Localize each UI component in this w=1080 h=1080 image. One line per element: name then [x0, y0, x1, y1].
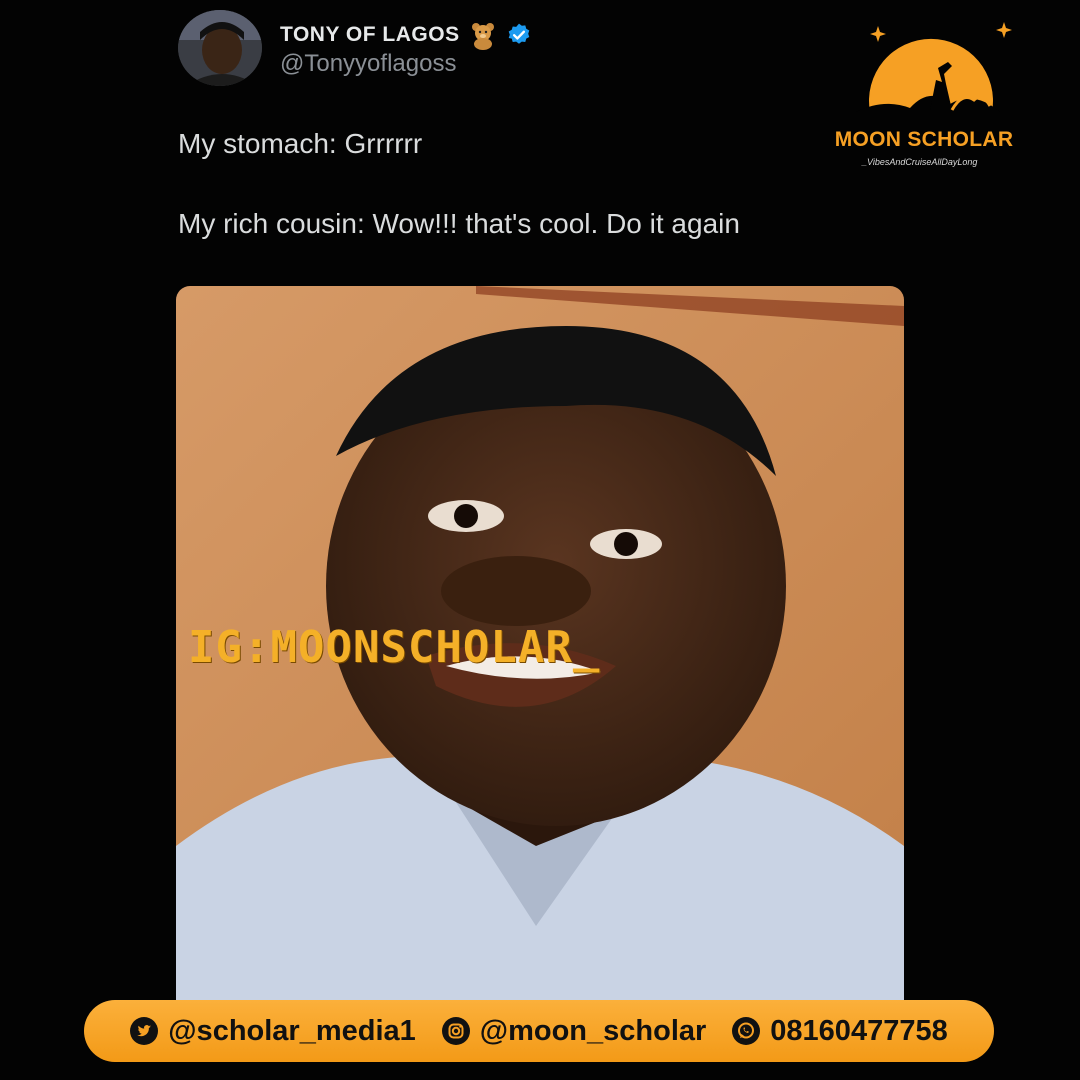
watermark-text: IG:MOONSCHOLAR_ [188, 622, 601, 673]
twitter-handle: @scholar_media1 [168, 1014, 416, 1047]
twitter-link[interactable]: @scholar_media1 [130, 1015, 416, 1048]
display-name[interactable]: TONY OF LAGOS [280, 20, 532, 50]
whatsapp-number: 08160477758 [770, 1014, 948, 1047]
instagram-handle: @moon_scholar [479, 1014, 707, 1047]
tweet-text-line-1: My stomach: Grrrrrr [178, 128, 423, 159]
twitter-icon [130, 1017, 159, 1045]
instagram-link[interactable]: @moon_scholar [441, 1014, 707, 1048]
display-name-text: TONY OF LAGOS [280, 23, 460, 46]
tweet-text-line-2: My rich cousin: Wow!!! that's cool. Do i… [178, 208, 740, 239]
avatar[interactable] [178, 10, 262, 86]
verified-badge-icon [508, 23, 529, 44]
logo-tagline: _VibesAndCruiseAllDayLong [862, 157, 978, 167]
whatsapp-icon [732, 1017, 761, 1045]
teddy-bear-icon [471, 23, 494, 50]
user-handle[interactable]: @Tonyyoflagoss [280, 50, 456, 78]
social-footer-bar: @scholar_media1 @moon_scholar 0816047775… [84, 1000, 994, 1062]
logo-title: MOON SCHOLAR [834, 128, 1014, 151]
whatsapp-link[interactable]: 08160477758 [732, 1014, 948, 1048]
instagram-icon [441, 1017, 470, 1045]
